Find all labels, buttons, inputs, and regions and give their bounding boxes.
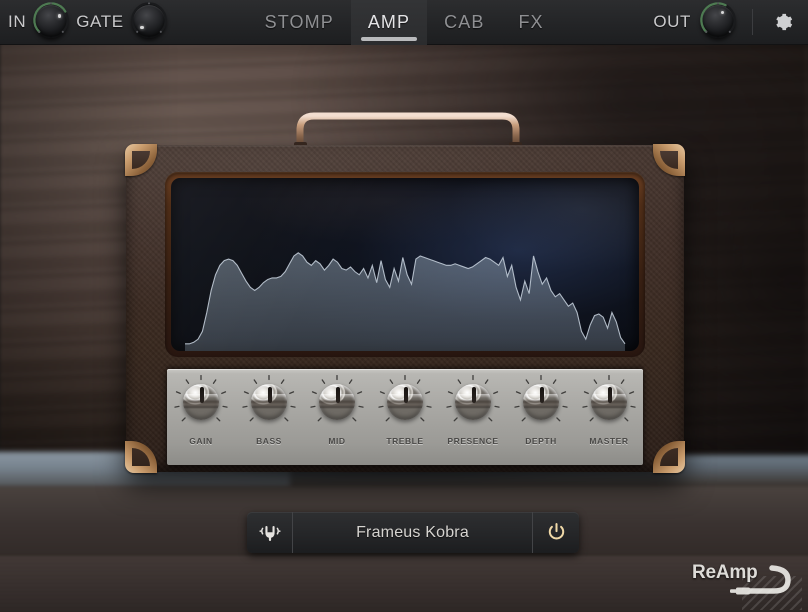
gear-icon (776, 13, 793, 31)
knob-cap (387, 384, 423, 420)
plugin-window: IN GATE STOMP AMP CAB FX OUT GAIN BASS M… (0, 0, 808, 612)
knob-label: DEPTH (525, 436, 557, 446)
knob-master[interactable]: MASTER (578, 375, 640, 446)
knob-bass-control[interactable] (242, 375, 296, 429)
tuning-fork-icon (258, 525, 281, 541)
in-knob-indicator (33, 2, 70, 33)
knob-depth[interactable]: DEPTH (510, 375, 572, 446)
power-button[interactable] (532, 512, 579, 553)
screen-bezel (165, 172, 645, 357)
knob-gain[interactable]: GAIN (170, 375, 232, 446)
amp-handle (290, 108, 526, 152)
spectrum-analyzer (185, 178, 639, 351)
knob-presence[interactable]: PRESENCE (442, 375, 504, 446)
preset-bar: Frameus Kobra (247, 512, 579, 553)
knob-master-control[interactable] (582, 375, 636, 429)
tuner-button[interactable] (247, 512, 293, 553)
gate-knob[interactable] (128, 1, 170, 43)
tab-fx[interactable]: FX (501, 0, 560, 45)
gate-knob-indicator (130, 2, 167, 33)
input-section: IN GATE (0, 1, 170, 43)
out-label: OUT (653, 12, 691, 31)
toolbar-divider (752, 9, 753, 35)
tab-stomp[interactable]: STOMP (248, 0, 351, 45)
gate-label: GATE (76, 12, 124, 31)
knob-mid-control[interactable] (310, 375, 364, 429)
knob-treble[interactable]: TREBLE (374, 375, 436, 446)
in-label: IN (8, 12, 27, 31)
knob-label: MASTER (589, 436, 629, 446)
svg-text:ReAmp: ReAmp (692, 562, 758, 583)
knob-label: GAIN (189, 436, 213, 446)
corner-protector-top-right (653, 144, 685, 176)
knob-bass[interactable]: BASS (238, 375, 300, 446)
knob-mid[interactable]: MID (306, 375, 368, 446)
tab-cab[interactable]: CAB (427, 0, 501, 45)
top-toolbar: IN GATE STOMP AMP CAB FX OUT (0, 0, 808, 45)
knob-label: BASS (256, 436, 282, 446)
knob-label: PRESENCE (447, 436, 499, 446)
knob-cap (183, 384, 219, 420)
amp-display[interactable] (171, 178, 639, 351)
amp-control-panel: GAIN BASS MID TREBLE PRESENCE DEPTH MASTER (167, 369, 643, 465)
settings-button[interactable] (768, 7, 798, 37)
knob-cap (523, 384, 559, 420)
knob-label: MID (328, 436, 346, 446)
knob-gain-control[interactable] (174, 375, 228, 429)
corner-protector-bottom-left (125, 441, 157, 473)
amp-head: GAIN BASS MID TREBLE PRESENCE DEPTH MASTER (125, 144, 685, 473)
corner-protector-top-left (125, 144, 157, 176)
knob-cap (455, 384, 491, 420)
knob-cap (251, 384, 287, 420)
background-cabinet-lower (0, 556, 808, 612)
output-section: OUT (653, 1, 808, 43)
brand-logo: ReAmp (688, 558, 802, 610)
out-knob[interactable] (697, 1, 739, 43)
section-tabs: STOMP AMP CAB FX (248, 0, 561, 45)
out-knob-indicator (700, 2, 736, 33)
power-icon (548, 523, 564, 540)
in-knob-pointer (57, 14, 62, 18)
corner-protector-bottom-right (653, 441, 685, 473)
preset-name[interactable]: Frameus Kobra (293, 524, 532, 542)
knob-cap (591, 384, 627, 420)
tab-amp[interactable]: AMP (350, 0, 428, 45)
knob-cap (319, 384, 355, 420)
cable-plug-icon: ReAmp (692, 562, 791, 595)
in-knob[interactable] (30, 1, 72, 43)
knob-label: TREBLE (386, 436, 424, 446)
knob-depth-control[interactable] (514, 375, 568, 429)
knob-treble-control[interactable] (378, 375, 432, 429)
knob-presence-control[interactable] (446, 375, 500, 429)
